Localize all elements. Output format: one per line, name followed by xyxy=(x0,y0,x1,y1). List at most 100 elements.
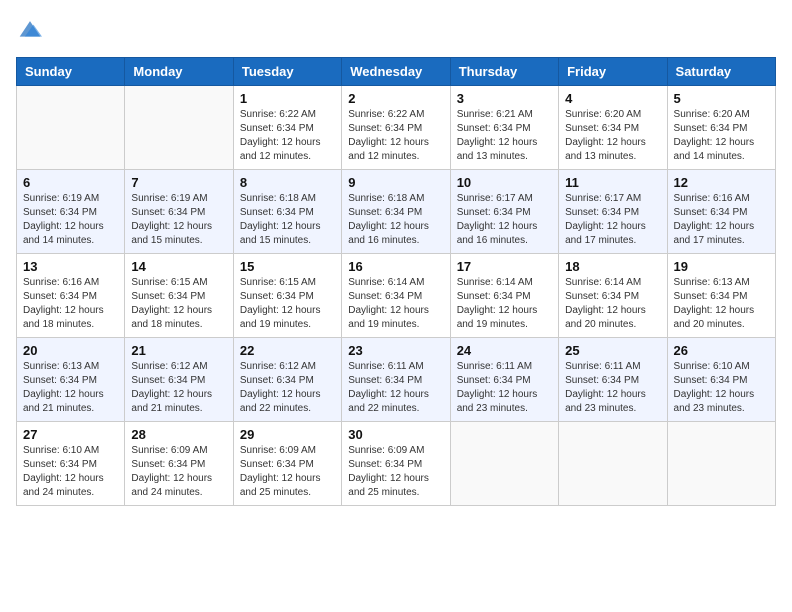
calendar-cell: 9 Sunrise: 6:18 AMSunset: 6:34 PMDaylight… xyxy=(342,170,450,254)
day-detail: Sunrise: 6:09 AMSunset: 6:34 PMDaylight:… xyxy=(131,445,212,498)
calendar-cell: 15 Sunrise: 6:15 AMSunset: 6:34 PMDayligh… xyxy=(233,254,341,338)
calendar-week-row: 27 Sunrise: 6:10 AMSunset: 6:34 PMDayligh… xyxy=(17,422,776,506)
day-detail: Sunrise: 6:22 AMSunset: 6:34 PMDaylight:… xyxy=(240,109,321,162)
day-detail: Sunrise: 6:12 AMSunset: 6:34 PMDaylight:… xyxy=(131,361,212,414)
day-detail: Sunrise: 6:10 AMSunset: 6:34 PMDaylight:… xyxy=(23,445,104,498)
logo-icon xyxy=(18,16,42,40)
day-detail: Sunrise: 6:15 AMSunset: 6:34 PMDaylight:… xyxy=(131,277,212,330)
day-detail: Sunrise: 6:19 AMSunset: 6:34 PMDaylight:… xyxy=(131,193,212,246)
day-number: 8 xyxy=(240,175,335,190)
day-number: 14 xyxy=(131,259,226,274)
calendar-cell: 14 Sunrise: 6:15 AMSunset: 6:34 PMDayligh… xyxy=(125,254,233,338)
day-number: 27 xyxy=(23,427,118,442)
calendar-cell: 21 Sunrise: 6:12 AMSunset: 6:34 PMDayligh… xyxy=(125,338,233,422)
day-number: 13 xyxy=(23,259,118,274)
day-number: 23 xyxy=(348,343,443,358)
calendar-header-thursday: Thursday xyxy=(450,58,558,86)
day-detail: Sunrise: 6:16 AMSunset: 6:34 PMDaylight:… xyxy=(674,193,755,246)
calendar-week-row: 20 Sunrise: 6:13 AMSunset: 6:34 PMDayligh… xyxy=(17,338,776,422)
calendar-cell: 25 Sunrise: 6:11 AMSunset: 6:34 PMDayligh… xyxy=(559,338,667,422)
calendar-cell: 27 Sunrise: 6:10 AMSunset: 6:34 PMDayligh… xyxy=(17,422,125,506)
day-detail: Sunrise: 6:15 AMSunset: 6:34 PMDaylight:… xyxy=(240,277,321,330)
day-number: 3 xyxy=(457,91,552,106)
calendar-cell: 1 Sunrise: 6:22 AMSunset: 6:34 PMDaylight… xyxy=(233,86,341,170)
day-detail: Sunrise: 6:19 AMSunset: 6:34 PMDaylight:… xyxy=(23,193,104,246)
calendar-cell: 30 Sunrise: 6:09 AMSunset: 6:34 PMDayligh… xyxy=(342,422,450,506)
day-detail: Sunrise: 6:11 AMSunset: 6:34 PMDaylight:… xyxy=(565,361,646,414)
day-number: 15 xyxy=(240,259,335,274)
day-number: 21 xyxy=(131,343,226,358)
logo xyxy=(16,16,42,45)
day-number: 22 xyxy=(240,343,335,358)
day-detail: Sunrise: 6:11 AMSunset: 6:34 PMDaylight:… xyxy=(457,361,538,414)
calendar-week-row: 6 Sunrise: 6:19 AMSunset: 6:34 PMDaylight… xyxy=(17,170,776,254)
day-detail: Sunrise: 6:13 AMSunset: 6:34 PMDaylight:… xyxy=(23,361,104,414)
calendar-cell: 16 Sunrise: 6:14 AMSunset: 6:34 PMDayligh… xyxy=(342,254,450,338)
day-number: 16 xyxy=(348,259,443,274)
calendar-cell: 8 Sunrise: 6:18 AMSunset: 6:34 PMDaylight… xyxy=(233,170,341,254)
day-detail: Sunrise: 6:18 AMSunset: 6:34 PMDaylight:… xyxy=(240,193,321,246)
day-detail: Sunrise: 6:14 AMSunset: 6:34 PMDaylight:… xyxy=(565,277,646,330)
calendar-header-saturday: Saturday xyxy=(667,58,775,86)
calendar-table: SundayMondayTuesdayWednesdayThursdayFrid… xyxy=(16,57,776,506)
calendar-cell xyxy=(559,422,667,506)
day-number: 1 xyxy=(240,91,335,106)
calendar-cell xyxy=(667,422,775,506)
day-number: 11 xyxy=(565,175,660,190)
calendar-cell: 18 Sunrise: 6:14 AMSunset: 6:34 PMDayligh… xyxy=(559,254,667,338)
day-detail: Sunrise: 6:20 AMSunset: 6:34 PMDaylight:… xyxy=(565,109,646,162)
day-number: 26 xyxy=(674,343,769,358)
day-number: 20 xyxy=(23,343,118,358)
day-detail: Sunrise: 6:14 AMSunset: 6:34 PMDaylight:… xyxy=(457,277,538,330)
day-detail: Sunrise: 6:17 AMSunset: 6:34 PMDaylight:… xyxy=(565,193,646,246)
calendar-cell xyxy=(450,422,558,506)
calendar-cell: 3 Sunrise: 6:21 AMSunset: 6:34 PMDaylight… xyxy=(450,86,558,170)
day-detail: Sunrise: 6:22 AMSunset: 6:34 PMDaylight:… xyxy=(348,109,429,162)
calendar-header-row: SundayMondayTuesdayWednesdayThursdayFrid… xyxy=(17,58,776,86)
calendar-cell: 10 Sunrise: 6:17 AMSunset: 6:34 PMDayligh… xyxy=(450,170,558,254)
day-detail: Sunrise: 6:09 AMSunset: 6:34 PMDaylight:… xyxy=(348,445,429,498)
day-number: 5 xyxy=(674,91,769,106)
day-detail: Sunrise: 6:14 AMSunset: 6:34 PMDaylight:… xyxy=(348,277,429,330)
calendar-cell: 28Sunrise: 6:09 AMSunset: 6:34 PMDayligh… xyxy=(125,422,233,506)
day-detail: Sunrise: 6:16 AMSunset: 6:34 PMDaylight:… xyxy=(23,277,104,330)
calendar-cell: 2 Sunrise: 6:22 AMSunset: 6:34 PMDaylight… xyxy=(342,86,450,170)
day-number: 2 xyxy=(348,91,443,106)
calendar-cell: 17Sunrise: 6:14 AMSunset: 6:34 PMDayligh… xyxy=(450,254,558,338)
calendar-cell: 23Sunrise: 6:11 AMSunset: 6:34 PMDayligh… xyxy=(342,338,450,422)
calendar-cell xyxy=(125,86,233,170)
calendar-week-row: 1 Sunrise: 6:22 AMSunset: 6:34 PMDaylight… xyxy=(17,86,776,170)
day-number: 6 xyxy=(23,175,118,190)
day-number: 10 xyxy=(457,175,552,190)
day-number: 12 xyxy=(674,175,769,190)
day-detail: Sunrise: 6:17 AMSunset: 6:34 PMDaylight:… xyxy=(457,193,538,246)
day-detail: Sunrise: 6:12 AMSunset: 6:34 PMDaylight:… xyxy=(240,361,321,414)
day-detail: Sunrise: 6:13 AMSunset: 6:34 PMDaylight:… xyxy=(674,277,755,330)
day-number: 7 xyxy=(131,175,226,190)
calendar-header-tuesday: Tuesday xyxy=(233,58,341,86)
calendar-cell: 11 Sunrise: 6:17 AMSunset: 6:34 PMDayligh… xyxy=(559,170,667,254)
day-number: 9 xyxy=(348,175,443,190)
day-number: 25 xyxy=(565,343,660,358)
day-detail: Sunrise: 6:18 AMSunset: 6:34 PMDaylight:… xyxy=(348,193,429,246)
calendar-week-row: 13 Sunrise: 6:16 AMSunset: 6:34 PMDayligh… xyxy=(17,254,776,338)
day-number: 24 xyxy=(457,343,552,358)
calendar-cell: 12 Sunrise: 6:16 AMSunset: 6:34 PMDayligh… xyxy=(667,170,775,254)
day-number: 18 xyxy=(565,259,660,274)
calendar-cell: 13 Sunrise: 6:16 AMSunset: 6:34 PMDayligh… xyxy=(17,254,125,338)
calendar-cell: 24 Sunrise: 6:11 AMSunset: 6:34 PMDayligh… xyxy=(450,338,558,422)
day-number: 29 xyxy=(240,427,335,442)
calendar-cell: 22 Sunrise: 6:12 AMSunset: 6:34 PMDayligh… xyxy=(233,338,341,422)
day-number: 19 xyxy=(674,259,769,274)
calendar-cell: 20 Sunrise: 6:13 AMSunset: 6:34 PMDayligh… xyxy=(17,338,125,422)
day-detail: Sunrise: 6:10 AMSunset: 6:34 PMDaylight:… xyxy=(674,361,755,414)
calendar-cell: 4 Sunrise: 6:20 AMSunset: 6:34 PMDaylight… xyxy=(559,86,667,170)
day-number: 30 xyxy=(348,427,443,442)
day-number: 4 xyxy=(565,91,660,106)
day-detail: Sunrise: 6:09 AMSunset: 6:34 PMDaylight:… xyxy=(240,445,321,498)
day-detail: Sunrise: 6:21 AMSunset: 6:34 PMDaylight:… xyxy=(457,109,538,162)
logo-text xyxy=(16,16,42,45)
calendar-cell: 26 Sunrise: 6:10 AMSunset: 6:34 PMDayligh… xyxy=(667,338,775,422)
calendar-header-monday: Monday xyxy=(125,58,233,86)
day-detail: Sunrise: 6:20 AMSunset: 6:34 PMDaylight:… xyxy=(674,109,755,162)
